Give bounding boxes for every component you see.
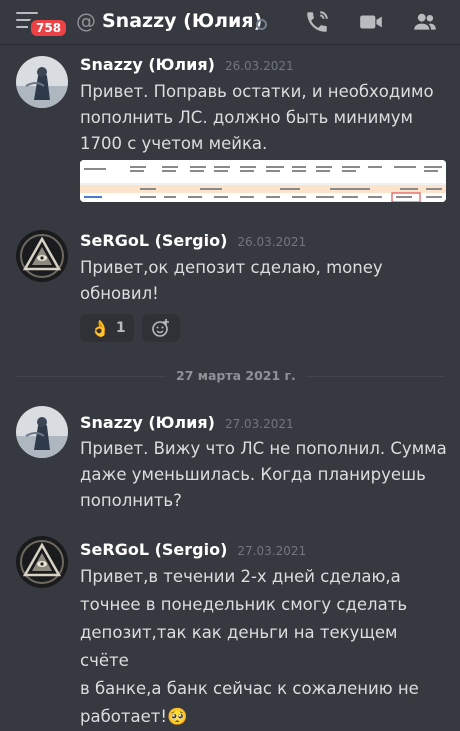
message-content: Привет. Поправь остатки, и необходимо по… [80, 82, 434, 153]
message-timestamp: 26.03.2021 [237, 235, 307, 249]
message-author[interactable]: Snazzy (Юлия) 26.03.2021 [80, 55, 294, 74]
avatar[interactable] [16, 406, 68, 458]
date-divider-label: 27 марта 2021 г. [166, 368, 306, 383]
image-attachment[interactable] [80, 160, 446, 202]
message-timestamp: 27.03.2021 [237, 544, 307, 558]
status-icon [256, 19, 267, 30]
add-reaction-icon [152, 319, 169, 337]
unread-badge: 758 [28, 17, 70, 39]
at-icon: @ [76, 9, 96, 33]
message-content: Привет,в течении 2-х дней сделаю,а точне… [80, 567, 419, 726]
message-timestamp: 27.03.2021 [224, 417, 294, 431]
message-content: Привет. Вижу что ЛС не пополнил. Сумма д… [80, 439, 447, 510]
avatar[interactable] [16, 230, 68, 282]
channel-header: 758 @ Snazzy (Юлия) [0, 0, 460, 44]
reaction-ok[interactable]: 👌 1 [80, 314, 134, 342]
channel-title: Snazzy (Юлия) [102, 10, 263, 32]
video-icon[interactable] [358, 9, 384, 35]
ok-hand-emoji: 👌 [90, 318, 110, 338]
message-timestamp: 26.03.2021 [224, 59, 294, 73]
message-content: Привет,ок депозит сделаю, money обновил! [80, 258, 383, 303]
avatar[interactable] [16, 56, 68, 108]
message-author[interactable]: SeRGoL (Sergio) 26.03.2021 [80, 231, 306, 250]
avatar[interactable] [16, 536, 68, 588]
phone-icon[interactable] [304, 9, 330, 35]
message-author[interactable]: Snazzy (Юлия) 27.03.2021 [80, 413, 294, 432]
reaction-count: 1 [115, 320, 126, 336]
message-author[interactable]: SeRGoL (Sergio) 27.03.2021 [80, 540, 306, 559]
add-reaction-button[interactable] [142, 314, 180, 342]
members-icon[interactable] [412, 9, 438, 35]
